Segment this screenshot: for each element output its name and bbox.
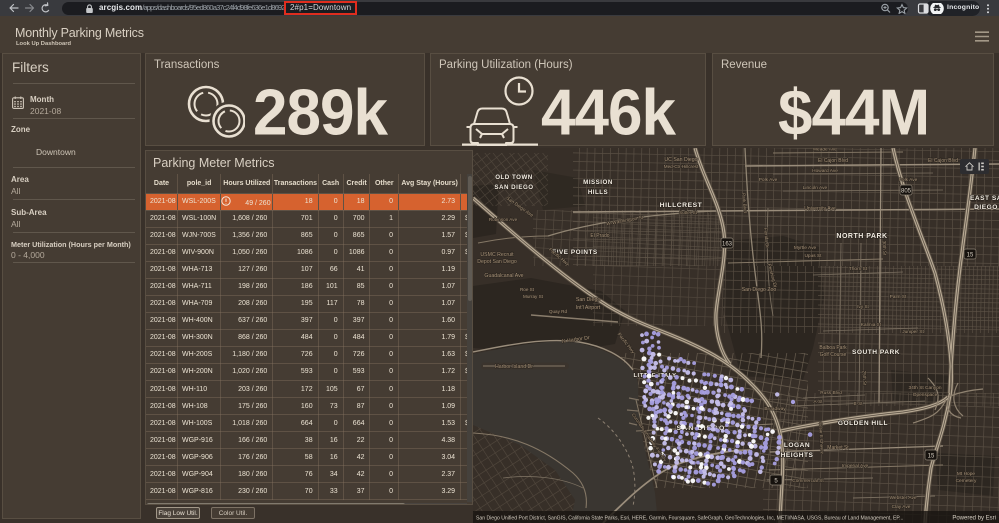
svg-text:LOGAN: LOGAN (784, 442, 810, 449)
svg-text:Roe St: Roe St (520, 287, 535, 292)
svg-text:15: 15 (928, 454, 935, 460)
svg-text:Mt Hope: Mt Hope (957, 471, 975, 477)
svg-text:Upas St: Upas St (804, 253, 822, 259)
svg-text:Guadalcanal Ave: Guadalcanal Ave (484, 273, 523, 279)
svg-text:HILLCREST: HILLCREST (660, 202, 703, 209)
svg-text:Golf Course: Golf Course (820, 352, 847, 358)
svg-text:MISSION: MISSION (583, 179, 613, 186)
svg-text:B-St: B-St (854, 401, 864, 406)
svg-text:El Cajon Blvd: El Cajon Blvd (928, 158, 958, 164)
svg-text:EAST SA: EAST SA (970, 195, 999, 202)
svg-text:Russ Blvd: Russ Blvd (820, 390, 842, 396)
svg-text:Juniper St: Juniper St (902, 329, 924, 335)
svg-text:HEIGHTS: HEIGHTS (781, 452, 814, 459)
svg-text:Sutter St: Sutter St (679, 210, 698, 215)
svg-text:30th St: 30th St (882, 241, 888, 257)
svg-text:OLD TOWN: OLD TOWN (495, 174, 533, 181)
svg-text:SOUTH PARK: SOUTH PARK (852, 349, 900, 356)
svg-text:Webster Ave: Webster Ave (889, 495, 916, 501)
svg-text:Ivy St: Ivy St (857, 304, 869, 309)
svg-text:Balboa Park: Balboa Park (819, 345, 847, 351)
svg-text:UC San Diego: UC San Diego (664, 157, 697, 163)
svg-text:Thorn St: Thorn St (849, 266, 868, 272)
svg-text:Palm St: Palm St (890, 294, 907, 300)
svg-text:Int'l Airport: Int'l Airport (576, 305, 601, 311)
svg-text:Powered by Esri: Powered by Esri (952, 516, 996, 522)
svg-text:Harbor Island Dr: Harbor Island Dr (495, 364, 533, 370)
svg-text:A-St: A-St (814, 399, 824, 404)
svg-text:Cemetery: Cemetery (956, 478, 977, 484)
svg-text:Howard Ave: Howard Ave (812, 168, 838, 174)
svg-text:Clay Ave: Clay Ave (892, 504, 911, 510)
svg-text:805: 805 (901, 189, 912, 195)
svg-text:GOLDEN HILL: GOLDEN HILL (838, 420, 888, 427)
svg-text:Quay Rd: Quay Rd (549, 309, 568, 314)
svg-text:El Cajon Blvd: El Cajon Blvd (818, 158, 848, 164)
svg-text:15: 15 (967, 253, 974, 259)
svg-text:San Diego Zoo: San Diego Zoo (742, 287, 777, 293)
svg-text:Polk Ave: Polk Ave (899, 177, 918, 183)
svg-text:Murray St: Murray St (523, 294, 544, 299)
svg-text:DIEGO: DIEGO (974, 204, 998, 211)
svg-text:25th St: 25th St (862, 371, 868, 387)
svg-text:34th St Canyon: 34th St Canyon (908, 385, 941, 391)
svg-text:Med-Ctr-Hillcrest: Med-Ctr-Hillcrest (664, 164, 699, 169)
svg-text:Myrtle Ave: Myrtle Ave (794, 245, 817, 251)
svg-text:Imperial Ave: Imperial Ave (842, 463, 869, 469)
svg-text:NORTH PARK: NORTH PARK (836, 233, 887, 240)
svg-text:Robinson Ave: Robinson Ave (489, 217, 518, 222)
svg-text:El Prado: El Prado (590, 233, 609, 239)
svg-text:163: 163 (722, 242, 733, 248)
svg-text:USMC Recruit: USMC Recruit (480, 252, 514, 258)
svg-text:Openspace: Openspace (913, 392, 938, 398)
svg-text:Kalmia St: Kalmia St (861, 322, 882, 328)
svg-text:SAN DIEGO: SAN DIEGO (494, 184, 533, 191)
svg-text:San Diego Unified Port Distric: San Diego Unified Port District, SanGIS,… (476, 516, 903, 522)
svg-text:Meade Ave: Meade Ave (813, 148, 837, 153)
svg-text:Broadway: Broadway (764, 406, 786, 412)
svg-text:Market St: Market St (827, 445, 849, 451)
svg-text:HILLS: HILLS (588, 189, 608, 196)
svg-text:San Diego: San Diego (576, 297, 600, 303)
svg-text:Commercial St: Commercial St (792, 478, 824, 484)
svg-text:University Ave: University Ave (804, 206, 836, 212)
svg-text:Depot San Diego: Depot San Diego (477, 259, 517, 265)
svg-text:Polk Ave: Polk Ave (759, 177, 778, 183)
svg-text:Lincoln Ave: Lincoln Ave (803, 185, 828, 191)
